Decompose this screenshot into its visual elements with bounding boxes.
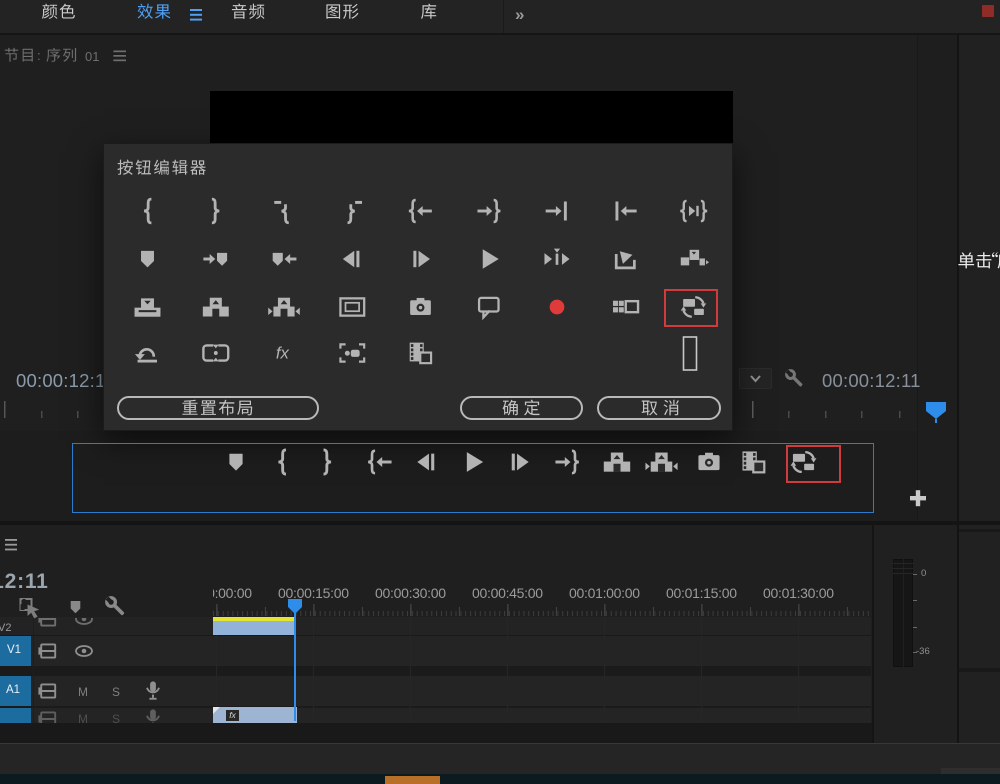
svg-text:fx: fx [276,343,290,362]
